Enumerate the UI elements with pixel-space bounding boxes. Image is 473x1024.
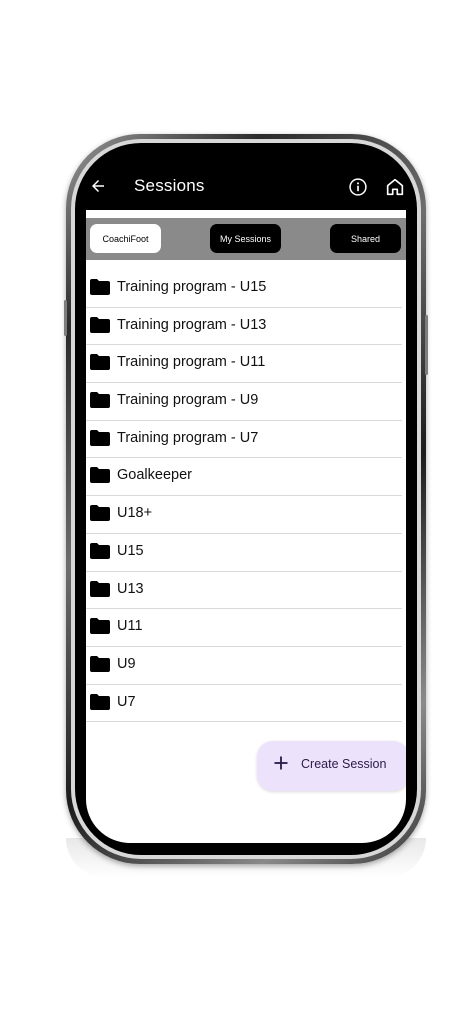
- app-bar: Sessions: [86, 150, 406, 210]
- folder-item-training-u11[interactable]: Training program - U11: [86, 345, 402, 384]
- home-button[interactable]: [384, 176, 406, 198]
- info-button[interactable]: [348, 177, 368, 197]
- folder-icon: [90, 580, 110, 597]
- folder-label: U9: [117, 655, 136, 672]
- folder-label: U15: [117, 542, 144, 559]
- folder-label: U7: [117, 693, 136, 710]
- folder-label: Training program - U11: [117, 354, 266, 371]
- folder-icon: [90, 693, 110, 710]
- folder-icon: [90, 467, 110, 484]
- folder-icon: [90, 354, 110, 371]
- folder-icon: [90, 655, 110, 672]
- back-button[interactable]: [88, 176, 108, 196]
- folder-item-training-u15[interactable]: Training program - U15: [86, 270, 402, 308]
- folder-label: U11: [117, 618, 143, 635]
- page-title: Sessions: [134, 176, 205, 195]
- folder-label: Training program - U7: [117, 429, 259, 446]
- folder-item-goalkeeper[interactable]: Goalkeeper: [86, 458, 402, 497]
- plus-icon: [274, 756, 288, 770]
- tab-shared[interactable]: Shared: [330, 224, 401, 253]
- create-session-label: Create Session: [301, 757, 387, 771]
- phone-volume-button: [64, 300, 67, 336]
- folder-icon: [90, 542, 110, 559]
- folder-item-u11[interactable]: U11: [86, 609, 402, 647]
- tab-coachifoot[interactable]: CoachiFoot: [90, 224, 161, 253]
- folder-icon: [90, 618, 110, 635]
- folder-item-training-u7[interactable]: Training program - U7: [86, 421, 402, 459]
- folder-item-u7[interactable]: U7: [86, 685, 402, 723]
- folder-icon: [90, 429, 110, 446]
- folder-label: Goalkeeper: [117, 467, 192, 484]
- folder-label: Training program - U9: [117, 392, 259, 409]
- folder-icon: [90, 279, 110, 295]
- folder-item-u9[interactable]: U9: [86, 647, 402, 685]
- folder-item-training-u13[interactable]: Training program - U13: [86, 308, 402, 346]
- phone-screen: Sessions CoachiFoot My Sessions Shared T…: [86, 150, 406, 843]
- folder-icon: [90, 505, 110, 522]
- folder-label: U18+: [117, 505, 153, 522]
- folder-icon: [90, 316, 110, 333]
- create-session-button[interactable]: Create Session: [257, 741, 406, 791]
- folder-item-training-u9[interactable]: Training program - U9: [86, 383, 402, 421]
- folder-icon: [90, 392, 110, 409]
- folder-item-u18plus[interactable]: U18+: [86, 496, 402, 534]
- phone-power-button: [425, 315, 428, 375]
- folder-label: Training program - U15: [117, 279, 267, 295]
- folder-item-u13[interactable]: U13: [86, 572, 402, 610]
- folder-label: U13: [117, 580, 144, 597]
- folder-list: Training program - U15 Training program …: [86, 270, 406, 723]
- folder-item-u15[interactable]: U15: [86, 534, 402, 572]
- home-icon: [386, 178, 404, 196]
- folder-label: Training program - U13: [117, 316, 267, 333]
- tab-my-sessions[interactable]: My Sessions: [210, 224, 281, 253]
- tabs-bar: CoachiFoot My Sessions Shared: [86, 218, 406, 260]
- info-circle-icon: [349, 178, 367, 196]
- arrow-left-icon: [92, 180, 104, 192]
